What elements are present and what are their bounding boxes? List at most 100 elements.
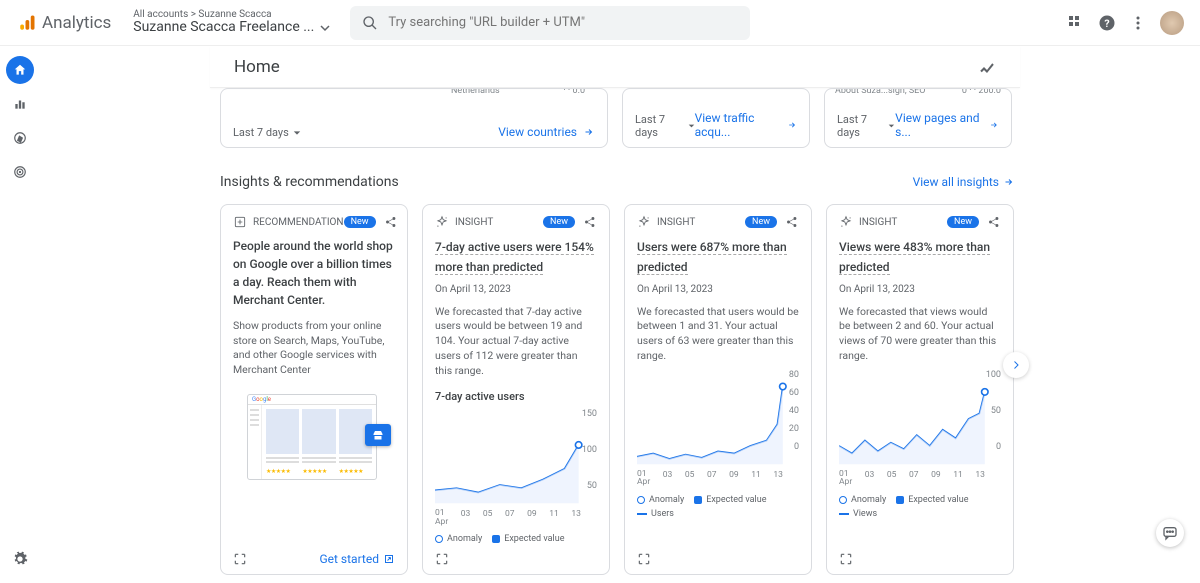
arrow-right-icon (989, 119, 999, 131)
arrow-right-icon (1003, 176, 1015, 188)
card-description: We forecasted that 7-day active users wo… (435, 305, 597, 378)
card-tag: INSIGHT (455, 217, 493, 228)
insight-icon (435, 215, 449, 229)
insights-section-title: Insights & recommendations (220, 174, 399, 190)
card-description: We forecasted that users would be betwee… (637, 305, 799, 364)
recommendation-card-merchant-center: RECOMMENDATION New People around the wor… (220, 204, 408, 575)
expand-icon[interactable] (233, 552, 247, 566)
chart-legend: AnomalyExpected value (839, 495, 1001, 505)
insights-icon[interactable] (978, 58, 996, 76)
card-title: Views were 483% more than predicted (839, 240, 990, 275)
chevron-down-icon (293, 129, 301, 137)
search-input[interactable] (388, 15, 738, 30)
nav-advertising[interactable] (6, 158, 34, 186)
search-box[interactable] (350, 6, 750, 40)
search-icon (362, 15, 378, 31)
merchant-icon (365, 424, 391, 446)
insight-icon (637, 215, 651, 229)
chevron-down-icon (688, 122, 695, 130)
new-badge: New (543, 216, 575, 228)
expand-icon[interactable] (435, 552, 449, 566)
card-title: Users were 687% more than predicted (637, 240, 787, 275)
top-bar: Analytics All accounts > Suzanne Scacca … (0, 0, 1200, 46)
overview-card-traffic: Last 7 days View traffic acqu... (622, 88, 810, 148)
merchant-center-illustration: Google ★★★★★ ★★★★★ ★★★★★ (233, 388, 395, 488)
more-vert-icon[interactable] (1130, 15, 1146, 31)
insight-card-7day-active-users: INSIGHT New 7-day active users were 154%… (422, 204, 610, 575)
overview-card-countries: Netherlands · · 0.0 Last 7 days View cou… (220, 88, 608, 148)
card-description: We forecasted that views would be betwee… (839, 305, 1001, 364)
insight-card-users: INSIGHT New Users were 687% more than pr… (624, 204, 812, 575)
chart-title: 7-day active users (435, 390, 597, 403)
card-description: Show products from your online store on … (233, 319, 395, 378)
date-range-selector[interactable]: Last 7 days (837, 113, 895, 139)
card-date: On April 13, 2023 (637, 284, 799, 295)
side-nav (0, 46, 40, 583)
insight-cards-row: RECOMMENDATION New People around the wor… (220, 204, 1015, 575)
recommendation-icon (233, 215, 247, 229)
date-range-selector[interactable]: Last 7 days (635, 113, 695, 139)
view-pages-link[interactable]: View pages and s... (895, 111, 999, 139)
date-range-selector[interactable]: Last 7 days (233, 126, 301, 139)
arrow-right-icon (583, 126, 595, 138)
gear-icon (12, 551, 28, 567)
nav-reports[interactable] (6, 90, 34, 118)
chat-icon (1162, 525, 1178, 541)
home-icon (13, 63, 27, 77)
insight-chart: 806040200 (637, 370, 799, 470)
insight-chart: 15010050 (435, 409, 597, 509)
new-badge: New (344, 216, 376, 228)
view-countries-link[interactable]: View countries (498, 125, 595, 139)
nav-explore[interactable] (6, 124, 34, 152)
share-icon[interactable] (583, 215, 597, 229)
chat-bubble-button[interactable] (1156, 519, 1184, 547)
card-tag: INSIGHT (859, 217, 897, 228)
analytics-logo-icon (18, 14, 36, 32)
insight-card-views: INSIGHT New Views were 483% more than pr… (826, 204, 1014, 575)
chevron-down-icon (320, 23, 330, 33)
card-title: People around the world shop on Google o… (233, 239, 393, 307)
chart-x-axis: 01Apr030507091113 (435, 509, 597, 526)
share-icon[interactable] (384, 215, 398, 229)
overview-card-pages: About Suza...sign, SEO 0 · · 200.0 Last … (824, 88, 1012, 148)
card-date: On April 13, 2023 (839, 284, 1001, 295)
share-icon[interactable] (987, 215, 1001, 229)
explore-icon (13, 131, 27, 145)
help-icon[interactable]: ? (1098, 14, 1116, 32)
chart-legend: AnomalyExpected value (435, 534, 597, 544)
account-selector[interactable]: All accounts > Suzanne Scacca Suzanne Sc… (133, 9, 330, 35)
new-badge: New (947, 216, 979, 228)
open-icon (383, 553, 395, 565)
product-logo[interactable]: Analytics (10, 13, 119, 33)
page-footer: © 2023 Google | Analytics home | Terms o… (220, 575, 1015, 583)
page-subheader: Home (210, 46, 1020, 88)
chart-x-axis: 01Apr030507091113 (637, 470, 799, 487)
new-badge: New (745, 216, 777, 228)
bar-chart-icon (13, 97, 27, 111)
card-date: On April 13, 2023 (435, 284, 597, 295)
card-tag: RECOMMENDATION (253, 217, 344, 228)
product-name: Analytics (42, 13, 111, 33)
expand-icon[interactable] (839, 552, 853, 566)
expand-icon[interactable] (637, 552, 651, 566)
property-name: Suzanne Scacca Freelance ... (133, 20, 314, 35)
card-title: 7-day active users were 154% more than p… (435, 240, 594, 275)
chevron-down-icon (888, 122, 895, 130)
nav-admin[interactable] (6, 545, 34, 573)
share-icon[interactable] (785, 215, 799, 229)
carousel-next-button-icon[interactable] (1003, 352, 1029, 378)
view-traffic-link[interactable]: View traffic acqu... (695, 111, 797, 139)
insight-chart: 100500 (839, 370, 1001, 470)
view-all-insights-link[interactable]: View all insights (913, 175, 1015, 189)
user-avatar[interactable] (1160, 11, 1184, 35)
card-tag: INSIGHT (657, 217, 695, 228)
nav-home[interactable] (6, 56, 34, 84)
apps-icon[interactable] (1068, 15, 1084, 31)
insight-icon (839, 215, 853, 229)
arrow-right-icon (787, 119, 797, 131)
chart-legend: AnomalyExpected value (637, 495, 799, 505)
chart-x-axis: 01Apr030507091113 (839, 470, 1001, 487)
target-icon (13, 165, 27, 179)
page-title: Home (234, 57, 280, 77)
get-started-button[interactable]: Get started (319, 552, 395, 566)
